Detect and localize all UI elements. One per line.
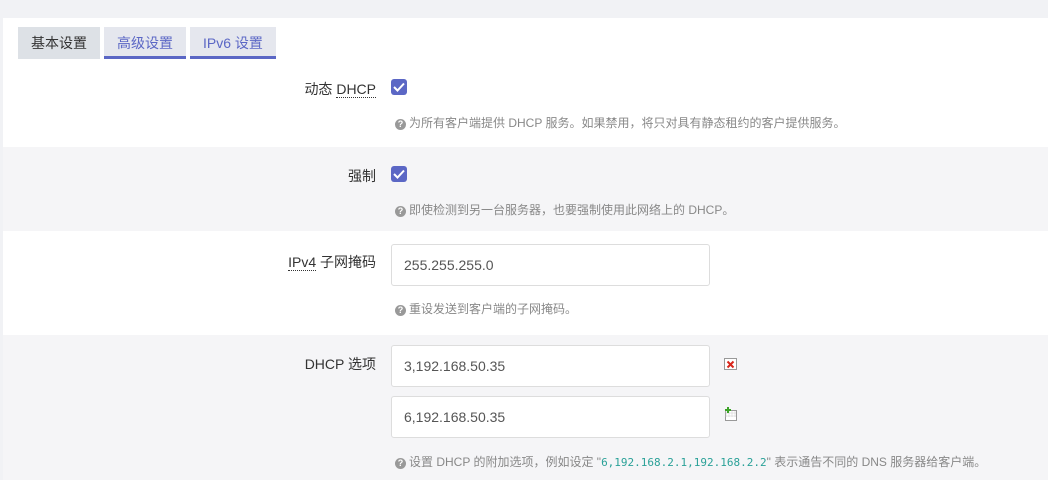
question-circle-icon: ?	[395, 458, 406, 469]
dhcp-option-input-2[interactable]: 6,192.168.50.35	[391, 396, 710, 438]
dhcp-options-help-code: 6,192.168.2.1,192.168.2.2	[601, 456, 767, 469]
row-netmask: IPv4 子网掩码 255.255.255.0 ? 重设发送到客户端的子网掩码。	[3, 231, 1048, 335]
dynamic-dhcp-help: ? 为所有客户端提供 DHCP 服务。如果禁用，将只对具有静态租约的客户提供服务。	[395, 114, 845, 131]
row-dhcp-options: DHCP 选项 3,192.168.50.35 6,192.168.50.35 …	[3, 335, 1048, 480]
netmask-help: ? 重设发送到客户端的子网掩码。	[395, 300, 577, 317]
ipv4-abbr: IPv4	[288, 254, 317, 271]
dhcp-options-label: DHCP 选项	[304, 356, 376, 372]
dhcp-options-help-prefix: 设置 DHCP 的附加选项，例如设定 "	[409, 455, 602, 469]
tab-advanced[interactable]: 高级设置	[104, 27, 186, 59]
question-circle-icon: ?	[395, 305, 406, 316]
dhcp-option-input-1[interactable]: 3,192.168.50.35	[391, 345, 710, 387]
tab-bar: 基本设置 高级设置 IPv6 设置	[18, 27, 280, 59]
settings-panel: 基本设置 高级设置 IPv6 设置 动态 DHCP ? 为所有客户端提供 DHCP…	[3, 18, 1048, 480]
tab-ipv6[interactable]: IPv6 设置	[190, 27, 276, 59]
netmask-input[interactable]: 255.255.255.0	[391, 244, 710, 286]
dhcp-options-help-suffix: " 表示通告不同的 DNS 服务器给客户端。	[766, 455, 987, 469]
netmask-label-text: 子网掩码	[316, 254, 376, 270]
remove-icon[interactable]	[724, 357, 738, 371]
dynamic-dhcp-help-text: 为所有客户端提供 DHCP 服务。如果禁用，将只对具有静态租约的客户提供服务。	[409, 116, 846, 130]
row-force: 强制 ? 即使检测到另一台服务器，也要强制使用此网络上的 DHCP。	[3, 147, 1048, 231]
dynamic-dhcp-label-text: 动态	[304, 81, 337, 97]
check-icon	[393, 82, 405, 92]
tab-basic[interactable]: 基本设置	[18, 27, 100, 59]
force-help-text: 即使检测到另一台服务器，也要强制使用此网络上的 DHCP。	[409, 203, 735, 217]
force-checkbox[interactable]	[391, 166, 407, 182]
dhcp-options-help: ? 设置 DHCP 的附加选项，例如设定 "6,192.168.2.1,192.1…	[395, 453, 986, 470]
force-help: ? 即使检测到另一台服务器，也要强制使用此网络上的 DHCP。	[395, 201, 734, 218]
question-circle-icon: ?	[395, 119, 406, 130]
check-icon	[393, 169, 405, 179]
netmask-label: IPv4 子网掩码	[288, 252, 376, 272]
add-icon[interactable]	[724, 407, 738, 421]
question-circle-icon: ?	[395, 206, 406, 217]
row-dynamic-dhcp: 动态 DHCP ? 为所有客户端提供 DHCP 服务。如果禁用，将只对具有静态租约…	[3, 63, 1048, 147]
force-label: 强制	[348, 168, 376, 184]
dynamic-dhcp-label: 动态 DHCP	[304, 79, 376, 99]
netmask-help-text: 重设发送到客户端的子网掩码。	[409, 302, 578, 316]
dhcp-abbr: DHCP	[336, 81, 376, 98]
dynamic-dhcp-checkbox[interactable]	[391, 79, 407, 95]
